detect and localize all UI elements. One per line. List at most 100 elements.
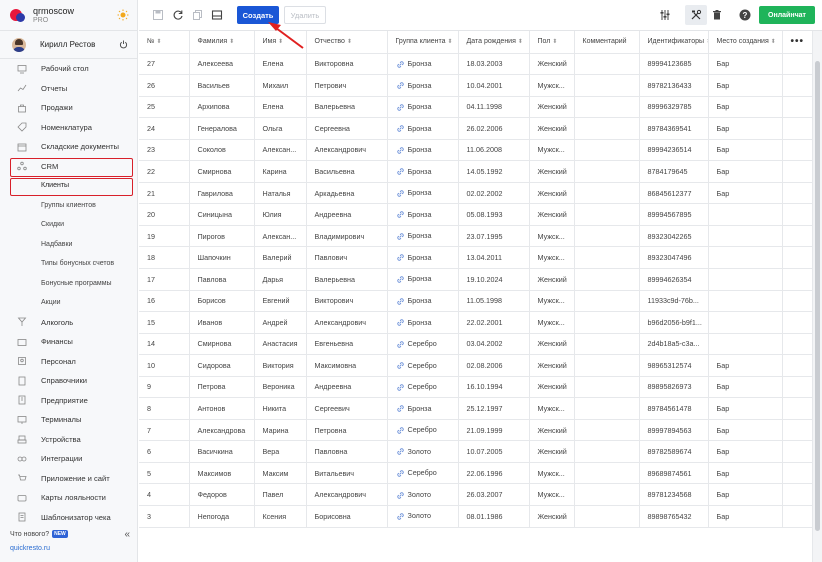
card-icon — [17, 493, 27, 503]
column-header-9[interactable]: Место создания ⬍ — [708, 31, 783, 54]
column-header-3[interactable]: Отчество ⬍ — [306, 31, 388, 54]
table-row[interactable]: 8 Антонов Никита Сергеевич Бронза 25.12.1997 М… — [139, 397, 812, 420]
table-cell: Серебро — [387, 376, 459, 399]
sidebar-item-s4[interactable]: Предприятие — [0, 391, 137, 411]
vertical-scrollbar[interactable] — [812, 31, 822, 562]
table-cell: Женский — [529, 96, 575, 119]
sidebar-item-s9[interactable]: Карты лояльности — [0, 488, 137, 508]
sidebar-item-p3[interactable]: Номенклатура — [0, 118, 137, 138]
column-header-7[interactable]: Комментарий — [574, 31, 640, 54]
sidebar-item-s7[interactable]: Интеграции — [0, 449, 137, 469]
archive-icon[interactable] — [211, 9, 223, 21]
table-row[interactable]: 5 Максимов Максим Витальевич Серебро 22.06.19… — [139, 462, 812, 485]
column-header-0[interactable]: № ⬍ — [139, 31, 190, 54]
online-chat-button[interactable]: Онлайнчат — [759, 6, 815, 24]
table-cell: Ксения — [254, 505, 307, 528]
sidebar-item-p0[interactable]: Рабочий стол — [0, 59, 137, 79]
table-row[interactable]: 15 Иванов Андрей Александрович Бронза 22.02.2… — [139, 311, 812, 334]
user-profile[interactable]: Кирилл Рестов — [0, 31, 137, 59]
table-cell — [574, 483, 640, 506]
column-header-1[interactable]: Фамилия ⬍ — [189, 31, 255, 54]
table-row[interactable]: 27 Алексеева Елена Викторовна Бронза 18.03.20… — [139, 53, 812, 76]
table-cell: Марина — [254, 419, 307, 442]
table-row[interactable]: 22 Смирнова Карина Васильевна Бронза 14.05.19… — [139, 160, 812, 183]
table-row[interactable]: 6 Васичкина Вера Павловна Золото 10.07.2005 Же… — [139, 440, 812, 463]
link-group-icon — [396, 470, 404, 477]
crm-subitem-4[interactable]: Типы бонусных счетов — [0, 254, 137, 274]
columns-settings-icon[interactable] — [659, 9, 671, 21]
table-row[interactable]: 7 Александрова Марина Петровна Серебро 21.09.… — [139, 419, 812, 442]
table-row[interactable]: 24 Генералова Ольга Сергеевна Бронза 26.02.20… — [139, 117, 812, 140]
link-group-icon — [396, 82, 404, 89]
whats-new[interactable]: Что нового? NEW « — [0, 524, 138, 544]
table-row[interactable]: 23 Соколов Алексан... Александрович Бронза 11… — [139, 139, 812, 162]
table-row[interactable]: 19 Пирогов Алексан... Владимирович Бронза 23.… — [139, 225, 812, 248]
copy-icon[interactable] — [192, 9, 204, 21]
table-cell: 89994567895 — [639, 203, 709, 226]
column-header-2[interactable]: Имя ⬍ — [254, 31, 307, 54]
table-cell: Женский — [529, 354, 575, 377]
column-header-8[interactable]: Идентификаторы⬍ — [639, 31, 709, 54]
table-cell: Женский — [529, 333, 575, 356]
table-row[interactable]: 18 Шапочкин Валерий Павлович Бронза 13.04.201… — [139, 246, 812, 269]
refresh-icon[interactable] — [172, 9, 184, 21]
brand[interactable]: qrmoscow PRO — [0, 0, 137, 31]
sidebar-item-s8[interactable]: Приложение и сайт — [0, 469, 137, 489]
table-cell: Бронза — [387, 182, 459, 205]
site-link[interactable]: quickresto.ru — [10, 545, 50, 552]
scroll-thumb[interactable] — [815, 61, 820, 531]
crm-subitem-2[interactable]: Скидки — [0, 215, 137, 235]
sidebar-item-s6[interactable]: Устройства — [0, 430, 137, 450]
sidebar-item-s0[interactable]: Алкоголь — [0, 313, 137, 333]
table-row[interactable]: 16 Борисов Евгений Викторович Бронза 11.05.19… — [139, 290, 812, 313]
table-row[interactable]: 10 Сидорова Виктория Максимовна Серебро 02.08… — [139, 354, 812, 377]
save-icon[interactable] — [152, 9, 164, 21]
sidebar-item-label: Устройства — [41, 434, 81, 444]
power-icon[interactable] — [119, 40, 128, 49]
table-cell — [574, 440, 640, 463]
table-row[interactable]: 9 Петрова Вероника Андреевна Серебро 16.10.19… — [139, 376, 812, 399]
table-row[interactable]: 26 Васильев Михаил Петрович Бронза 10.04.2001… — [139, 74, 812, 97]
table-row[interactable]: 17 Павлова Дарья Валерьевна Бронза 19.10.2024… — [139, 268, 812, 291]
crm-subitem-6[interactable]: Акции — [0, 293, 137, 313]
crm-subitem-3[interactable]: Надбавки — [0, 235, 137, 255]
table-cell: 89994123685 — [639, 53, 709, 76]
table-row[interactable]: 21 Гаврилова Наталья Аркадьевна Бронза 02.02.… — [139, 182, 812, 205]
column-header-6[interactable]: Пол ⬍ — [529, 31, 575, 54]
table-row[interactable]: 14 Смирнова Анастасия Евгеньевна Серебро 03.0… — [139, 333, 812, 356]
tools-toggle[interactable] — [685, 5, 707, 25]
table-row[interactable]: 25 Архипова Елена Валерьевна Бронза 04.11.199… — [139, 96, 812, 119]
crm-subitem-1[interactable]: Группы клиентов — [0, 196, 137, 216]
table-cell: Бар — [708, 53, 783, 76]
crm-subitem-5[interactable]: Бонусные программы — [0, 274, 137, 294]
sidebar-item-s1[interactable]: Финансы — [0, 332, 137, 352]
trash-icon[interactable] — [711, 9, 723, 21]
table-cell — [574, 117, 640, 140]
sidebar-item-s2[interactable]: Персонал — [0, 352, 137, 372]
column-header-5[interactable]: Дата рождения ⬍ — [458, 31, 530, 54]
sidebar: qrmoscow PRO Кирилл Рестов Рабочий стол О… — [0, 0, 138, 562]
table-cell: Бронза — [387, 311, 459, 334]
table-cell: Смирнова — [189, 333, 255, 356]
table-cell — [782, 139, 812, 162]
help-icon[interactable]: ? — [739, 9, 751, 21]
sidebar-item-s5[interactable]: Терминалы — [0, 410, 137, 430]
sidebar-item-p4[interactable]: Складские документы — [0, 137, 137, 157]
column-header-4[interactable]: Группа клиента ⬍ — [387, 31, 459, 54]
collapse-sidebar-icon[interactable]: « — [124, 529, 130, 540]
table-row[interactable]: 4 Федоров Павел Александрович Золото 26.03.20… — [139, 483, 812, 506]
table-cell: 25 — [139, 96, 190, 119]
sidebar-item-p1[interactable]: Отчеты — [0, 79, 137, 99]
table-cell — [782, 117, 812, 140]
table-cell: Женский — [529, 53, 575, 76]
sidebar-item-s3[interactable]: Справочники — [0, 371, 137, 391]
table-cell: 3 — [139, 505, 190, 528]
group-name: Бронза — [407, 295, 432, 305]
delete-button[interactable]: Удалить — [284, 6, 326, 24]
sidebar-item-p2[interactable]: Продажи — [0, 98, 137, 118]
sun-icon[interactable] — [117, 9, 129, 21]
more-options[interactable]: ••• — [782, 31, 812, 54]
create-button[interactable]: Создать — [237, 6, 279, 24]
table-row[interactable]: 3 Непогода Ксения Борисовна Золото 08.01.1986… — [139, 505, 812, 528]
table-row[interactable]: 20 Синицына Юлия Андреевна Бронза 05.08.1993 Ж… — [139, 203, 812, 226]
